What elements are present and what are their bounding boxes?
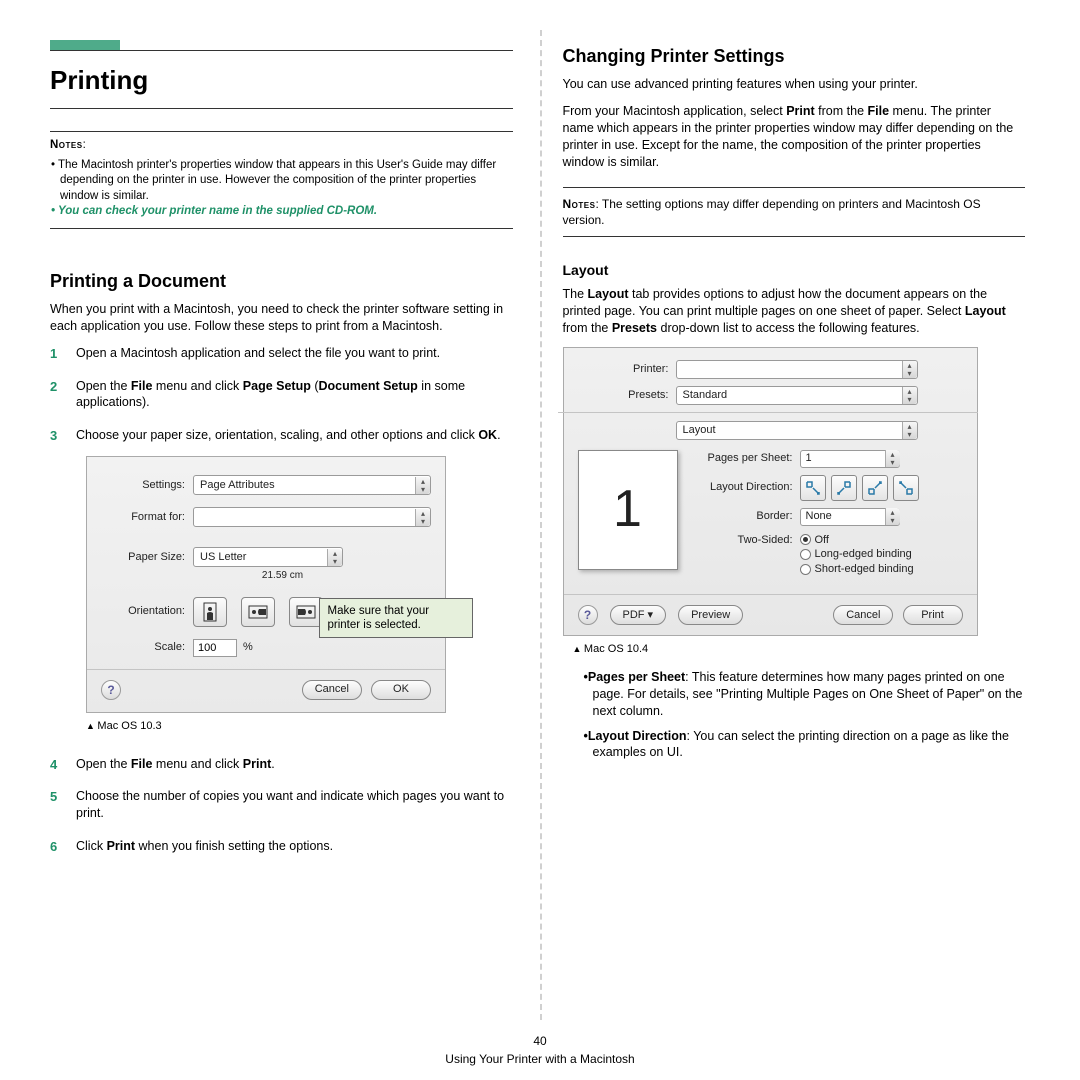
accent-bar — [50, 40, 120, 50]
section-intro: When you print with a Macintosh, you nee… — [50, 301, 513, 335]
notes-box: Notes: The setting options may differ de… — [563, 187, 1026, 237]
presets-label: Presets: — [618, 388, 676, 403]
settings-select[interactable]: Page Attributes ▴▾ — [193, 475, 431, 495]
dropdown-arrows-icon: ▴▾ — [415, 509, 430, 526]
paper-size-sub: 21.59 cm — [201, 569, 364, 583]
layout-direction-label: Layout Direction: — [692, 480, 800, 495]
page-preview: 1 — [578, 450, 678, 570]
dialog-separator — [87, 669, 445, 670]
radio-icon — [800, 534, 811, 545]
step-item: Open the File menu and click Page Setup … — [50, 378, 513, 412]
figure-caption: Mac OS 10.3 — [86, 719, 513, 734]
step-item: Open the File menu and click Print. — [50, 756, 513, 773]
paper-size-select[interactable]: US Letter ▴▾ — [193, 547, 343, 567]
scale-label: Scale: — [101, 640, 193, 655]
orientation-landscape-left-button[interactable] — [241, 597, 275, 627]
scale-input[interactable] — [193, 639, 237, 657]
heading-rule — [50, 50, 513, 51]
notes-label: Notes — [50, 139, 83, 151]
layout-direction-button-3[interactable] — [862, 475, 888, 501]
format-for-select[interactable]: ▴▾ — [193, 507, 431, 527]
notes-label: Notes — [563, 197, 596, 211]
orientation-portrait-button[interactable] — [193, 597, 227, 627]
dialog-separator — [558, 412, 978, 413]
dropdown-arrows-icon: ▴▾ — [902, 422, 917, 439]
dropdown-arrows-icon: ▴▾ — [885, 450, 900, 467]
body-paragraph: The Layout tab provides options to adjus… — [563, 286, 1026, 337]
print-button[interactable]: Print — [903, 605, 963, 625]
subsection-heading: Layout — [563, 261, 1026, 280]
border-select[interactable]: None▴▾ — [800, 508, 900, 526]
help-button[interactable]: ? — [578, 605, 598, 625]
cancel-button[interactable]: Cancel — [302, 680, 362, 700]
help-button[interactable]: ? — [101, 680, 121, 700]
notes-item: The Macintosh printer's properties windo… — [50, 158, 513, 205]
scale-unit: % — [243, 640, 253, 655]
body-paragraph: You can use advanced printing features w… — [563, 76, 1026, 93]
layout-direction-button-2[interactable] — [831, 475, 857, 501]
layout-direction-button-4[interactable] — [893, 475, 919, 501]
format-for-label: Format for: — [101, 510, 193, 525]
dropdown-arrows-icon: ▴▾ — [327, 549, 342, 566]
dropdown-arrows-icon: ▴▾ — [902, 387, 917, 404]
dropdown-arrows-icon: ▴▾ — [902, 361, 917, 378]
radio-icon — [800, 549, 811, 560]
step-item: Click Print when you finish setting the … — [50, 838, 513, 855]
step-text: Open a Macintosh application and select … — [76, 346, 440, 360]
step-text: Choose the number of copies you want and… — [76, 789, 504, 820]
pages-per-sheet-select[interactable]: 1▴▾ — [800, 450, 900, 468]
print-layout-dialog: Printer: ▴▾ Presets: Standard▴▾ Layout▴▾… — [563, 347, 978, 637]
two-sided-label: Two-Sided: — [692, 533, 800, 548]
step-item: Open a Macintosh application and select … — [50, 345, 513, 362]
two-sided-long-radio[interactable]: Long-edged binding — [800, 547, 914, 562]
orientation-label: Orientation: — [101, 604, 193, 619]
pages-per-sheet-label: Pages per Sheet: — [692, 451, 800, 466]
two-sided-off-radio[interactable]: Off — [800, 533, 914, 548]
border-label: Border: — [692, 509, 800, 524]
layout-direction-button-1[interactable] — [800, 475, 826, 501]
notes-box: Notes: The Macintosh printer's propertie… — [50, 131, 513, 229]
section-heading: Printing a Document — [50, 269, 513, 293]
printer-select[interactable]: ▴▾ — [676, 360, 918, 379]
preview-button[interactable]: Preview — [678, 605, 743, 625]
figure-caption: Mac OS 10.4 — [573, 642, 1026, 657]
pdf-button[interactable]: PDF ▾ — [610, 605, 667, 625]
page-title: Printing — [50, 57, 513, 109]
notes-item-highlight: You can check your printer name in the s… — [50, 204, 513, 220]
callout-box: Make sure that your printer is selected. — [319, 598, 473, 639]
dropdown-arrows-icon: ▴▾ — [415, 477, 430, 494]
page-setup-dialog: Settings: Page Attributes ▴▾ Format for:… — [86, 456, 446, 713]
printer-label: Printer: — [618, 362, 676, 377]
footer-text: Using Your Printer with a Macintosh — [0, 1050, 1080, 1068]
body-paragraph: From your Macintosh application, select … — [563, 103, 1026, 171]
feature-item: Pages per Sheet: This feature determines… — [583, 669, 1026, 720]
cancel-button[interactable]: Cancel — [833, 605, 893, 625]
presets-select[interactable]: Standard▴▾ — [676, 386, 918, 405]
ok-button[interactable]: OK — [371, 680, 431, 700]
settings-label: Settings: — [101, 478, 193, 493]
feature-item: Layout Direction: You can select the pri… — [583, 728, 1026, 762]
step-item: Choose the number of copies you want and… — [50, 788, 513, 822]
dropdown-arrows-icon: ▴▾ — [885, 508, 900, 525]
radio-icon — [800, 564, 811, 575]
dialog-separator — [564, 594, 977, 595]
two-sided-short-radio[interactable]: Short-edged binding — [800, 562, 914, 577]
step-item: Choose your paper size, orientation, sca… — [50, 427, 513, 733]
section-heading: Changing Printer Settings — [563, 44, 1026, 68]
paper-size-label: Paper Size: — [101, 550, 193, 565]
page-number: 40 — [0, 1032, 1080, 1050]
panel-select[interactable]: Layout▴▾ — [676, 421, 918, 440]
page-footer: 40 Using Your Printer with a Macintosh — [0, 1032, 1080, 1068]
